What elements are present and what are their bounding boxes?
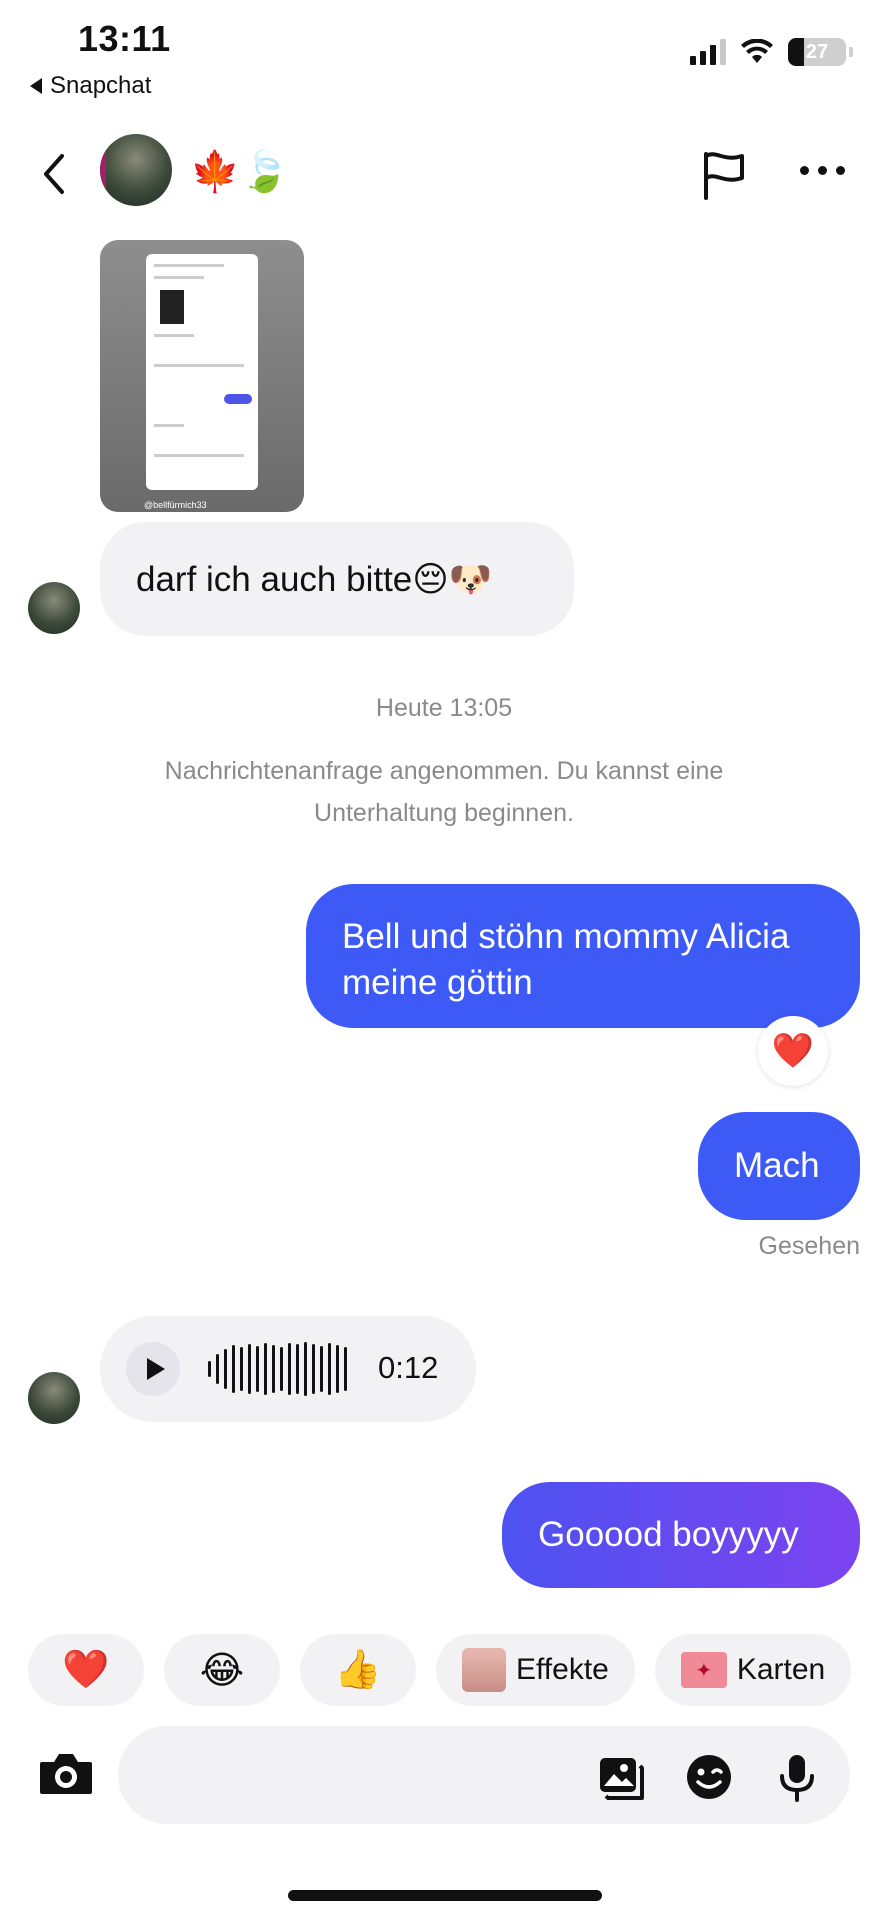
outgoing-message-text: Gooood boyyyyy [538, 1515, 799, 1554]
quick-reply-thumbs-up[interactable]: 👍 [300, 1634, 416, 1706]
back-to-app-link[interactable]: Snapchat [30, 72, 151, 100]
play-icon[interactable] [126, 1342, 180, 1396]
incoming-message-text: darf ich auch bitte😔🐶 [136, 559, 493, 599]
message-composer [118, 1726, 850, 1824]
outgoing-message[interactable]: Gooood boyyyyy [502, 1482, 860, 1588]
camera-icon[interactable] [38, 1750, 94, 1796]
gallery-icon[interactable] [596, 1752, 646, 1802]
flag-icon[interactable] [700, 148, 748, 200]
cellular-signal-icon [690, 39, 726, 65]
cards-label: Karten [736, 1653, 826, 1686]
battery-level: 27 [805, 40, 829, 63]
shared-image-message[interactable]: @bellfürmich33 [100, 240, 304, 512]
sticker-icon[interactable] [684, 1752, 734, 1802]
screenshot-thumbnail [146, 254, 258, 490]
voice-duration: 0:12 [378, 1350, 439, 1385]
cards-button[interactable]: ✦ Karten [654, 1634, 852, 1706]
heart-reaction[interactable]: ❤️ [758, 1016, 828, 1086]
status-bar: 13:11 Snapchat 27 [0, 0, 888, 110]
waveform [208, 1342, 358, 1396]
status-icons: 27 [690, 38, 853, 66]
contact-name[interactable]: 🍁🍃 [190, 148, 290, 195]
chat-header: 🍁🍃 [0, 120, 888, 230]
status-time: 13:11 [78, 18, 171, 59]
outgoing-message[interactable]: Mach [698, 1112, 860, 1220]
more-icon[interactable] [800, 166, 845, 175]
quick-reply-laugh[interactable]: 😂 [164, 1634, 280, 1706]
chevron-left-icon[interactable] [36, 150, 72, 198]
message-input[interactable] [148, 1746, 588, 1804]
outgoing-message-text: Mach [734, 1146, 820, 1185]
contact-avatar[interactable] [100, 134, 172, 206]
sender-avatar[interactable] [28, 1372, 80, 1424]
quick-reply-heart[interactable]: ❤️ [28, 1634, 144, 1706]
microphone-icon[interactable] [772, 1752, 822, 1802]
outgoing-message-text: Bell und stöhn mommy Alicia meine göttin [342, 917, 790, 1002]
sender-avatar[interactable] [28, 582, 80, 634]
system-note: Nachrichtenanfrage angenommen. Du kannst… [164, 757, 724, 827]
incoming-message[interactable]: darf ich auch bitte😔🐶 [100, 522, 574, 636]
quick-reply-bar: ❤️ 😂 👍 Effekte ✦ Karten [28, 1634, 852, 1706]
seen-status: Gesehen [758, 1232, 860, 1260]
image-handle: @bellfürmich33 [144, 500, 207, 510]
voice-message[interactable]: 0:12 [100, 1316, 476, 1422]
outgoing-message[interactable]: Bell und stöhn mommy Alicia meine göttin [306, 884, 860, 1028]
ribbon-icon: ✦ [680, 1652, 727, 1688]
back-triangle-icon [30, 78, 42, 94]
system-timestamp: Heute 13:05 [375, 694, 513, 722]
home-indicator [288, 1890, 602, 1901]
wifi-icon [741, 39, 773, 63]
effects-label: Effekte [516, 1653, 609, 1686]
effects-button[interactable]: Effekte [436, 1634, 635, 1706]
battery-icon: 27 [788, 38, 853, 66]
effects-thumbnail [462, 1648, 506, 1692]
back-app-label: Snapchat [50, 72, 152, 99]
